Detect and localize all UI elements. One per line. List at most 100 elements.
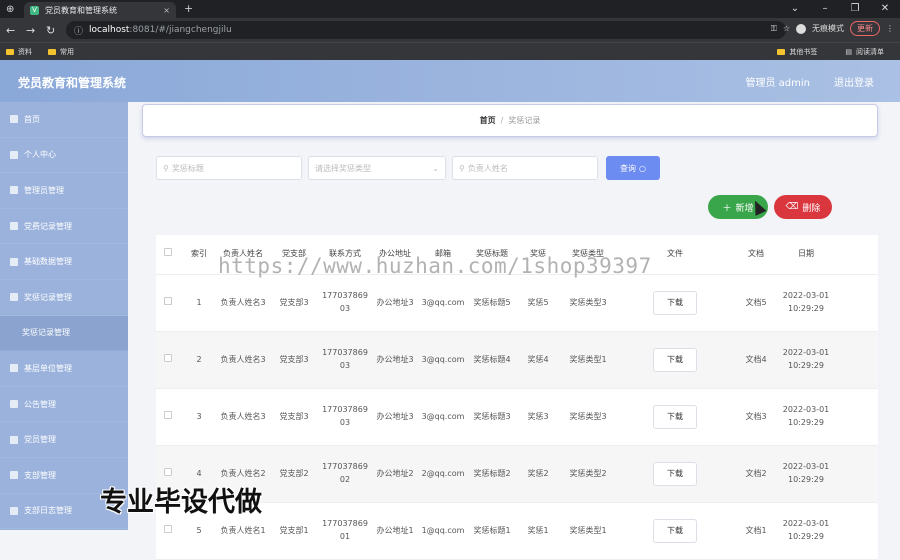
other-bookmarks[interactable]: 其他书签 bbox=[777, 47, 817, 57]
download-button[interactable]: 下载 bbox=[653, 291, 697, 315]
close-window-icon[interactable]: ✕ bbox=[870, 0, 900, 18]
bookmark-label: 资料 bbox=[18, 47, 32, 56]
cell-value: 奖惩1 bbox=[527, 525, 549, 535]
browser-menu-icon[interactable]: ⊕ bbox=[6, 4, 14, 15]
table-cell: 办公地址3 bbox=[370, 297, 420, 310]
table-cell: 2022-03-01 10:29:29 bbox=[780, 461, 832, 487]
sidebar-item-members[interactable]: 党员管理 bbox=[0, 422, 128, 458]
table-cell: 3@qq.com bbox=[420, 411, 466, 424]
type-select[interactable]: 请选择奖惩类型 ⌄ bbox=[308, 156, 446, 180]
download-button[interactable]: 下载 bbox=[653, 462, 697, 486]
cell-value: 文档2 bbox=[745, 468, 767, 478]
reload-icon[interactable]: ↻ bbox=[46, 24, 60, 37]
sidebar-item-profile[interactable]: 个人中心 bbox=[0, 138, 128, 174]
bookmark-folder[interactable]: 资料 bbox=[6, 47, 32, 57]
user-icon bbox=[10, 150, 18, 159]
search-button[interactable]: 查询 ○ bbox=[606, 156, 660, 180]
download-button[interactable]: 下载 bbox=[653, 519, 697, 543]
bookmark-folder[interactable]: 常用 bbox=[48, 47, 74, 57]
table-cell: 奖惩标题5 bbox=[466, 297, 518, 310]
row-checkbox[interactable] bbox=[164, 467, 172, 476]
title-search-input[interactable]: ⚲ 奖惩标题 bbox=[156, 156, 302, 180]
table-cell: 下载 bbox=[618, 519, 732, 543]
sidebar-item-units[interactable]: 基层单位管理 bbox=[0, 351, 128, 387]
row-checkbox[interactable] bbox=[164, 248, 172, 257]
table-cell: 3@qq.com bbox=[420, 354, 466, 367]
checkbox-cell[interactable] bbox=[156, 524, 180, 538]
new-tab-icon[interactable]: + bbox=[184, 2, 193, 15]
checkbox-cell[interactable] bbox=[156, 296, 180, 310]
incognito-label: 无痕模式 bbox=[812, 24, 844, 33]
table-row[interactable]: 2 负责人姓名3 党支部3 17703786903 办公地址3 3@qq.com 奖惩标题4… bbox=[156, 332, 878, 389]
row-checkbox[interactable] bbox=[164, 353, 172, 362]
close-tab-icon[interactable]: × bbox=[163, 6, 170, 15]
sidebar-item-home[interactable]: 首页 bbox=[0, 102, 128, 138]
table-row[interactable]: 1 负责人姓名3 党支部3 17703786903 办公地址3 3@qq.com 奖惩标题5… bbox=[156, 275, 878, 332]
filter-bar: ⚲ 奖惩标题 请选择奖惩类型 ⌄ ⚲ 负责人姓名 查询 ○ bbox=[156, 156, 660, 180]
cell-value: 3@qq.com bbox=[421, 354, 465, 364]
table-cell: 1@qq.com bbox=[420, 525, 466, 538]
header-cell: 文档 bbox=[732, 248, 780, 261]
checkbox-cell[interactable] bbox=[156, 410, 180, 424]
sidebar-item-notices[interactable]: 公告管理 bbox=[0, 387, 128, 423]
table-cell: 负责人姓名3 bbox=[218, 297, 268, 310]
forward-icon[interactable]: → bbox=[26, 24, 40, 37]
minimize-icon[interactable]: – bbox=[810, 0, 840, 18]
maximize-icon[interactable]: ❐ bbox=[840, 0, 870, 18]
breadcrumb-home[interactable]: 首页 bbox=[480, 115, 496, 126]
sidebar-subitem-rewards[interactable]: 奖惩记录管理 bbox=[0, 315, 128, 352]
cell-value: 文档3 bbox=[745, 411, 767, 421]
cell-value: 党支部3 bbox=[279, 411, 309, 421]
cell-value: 负责人姓名3 bbox=[220, 297, 266, 307]
checkbox-cell[interactable] bbox=[156, 353, 180, 367]
trash-icon: ⌫ bbox=[785, 202, 799, 212]
table-cell: 负责人姓名1 bbox=[218, 525, 268, 538]
search-button-label: 查询 bbox=[620, 163, 636, 173]
cell-value: 负责人姓名2 bbox=[220, 468, 266, 478]
star-icon[interactable]: ☆ bbox=[783, 24, 790, 33]
table-row[interactable]: 3 负责人姓名3 党支部3 17703786903 办公地址3 3@qq.com 奖惩标题3… bbox=[156, 389, 878, 446]
cell-value: 奖惩类型3 bbox=[569, 297, 607, 307]
table-row[interactable]: 4 负责人姓名2 党支部2 17703786902 办公地址2 2@qq.com 奖惩标题2… bbox=[156, 446, 878, 503]
more-menu-icon[interactable]: ⋮ bbox=[886, 24, 894, 33]
browser-tab[interactable]: V 党员教育和管理系统 × bbox=[24, 2, 176, 18]
table-cell: 办公地址3 bbox=[370, 354, 420, 367]
address-bar[interactable]: ⓘ localhost:8081/#/jiangchengjilu bbox=[66, 21, 786, 39]
sidebar-item-rewards[interactable]: 奖惩记录管理 bbox=[0, 280, 128, 316]
cell-value: 2022-03-01 10:29:29 bbox=[782, 405, 830, 427]
row-checkbox[interactable] bbox=[164, 524, 172, 533]
user-icon bbox=[10, 222, 18, 231]
key-icon[interactable]: ⚿ bbox=[771, 24, 777, 34]
records-table: 索引 负责人姓名 党支部 联系方式 办公地址 邮箱 奖惩标题 奖惩 奖惩类型 文件 文档 日期 1 负责… bbox=[156, 235, 878, 560]
cell-value: 奖惩标题2 bbox=[473, 468, 511, 478]
cell-value: 党支部1 bbox=[279, 525, 309, 535]
reading-list[interactable]: ▤ 阅读清单 bbox=[845, 47, 884, 57]
delete-button[interactable]: ⌫ 删除 bbox=[774, 195, 832, 219]
info-icon[interactable]: ⓘ bbox=[74, 24, 83, 37]
app-header: 党员教育和管理系统 管理员 admin 退出登录 bbox=[0, 60, 900, 102]
folder-icon bbox=[777, 48, 786, 55]
tab-search-icon[interactable]: ⌄ bbox=[780, 0, 810, 18]
person-search-input[interactable]: ⚲ 负责人姓名 bbox=[452, 156, 598, 180]
sidebar-item-basic-data[interactable]: 基础数据管理 bbox=[0, 244, 128, 280]
back-icon[interactable]: ← bbox=[6, 24, 20, 37]
download-button[interactable]: 下载 bbox=[653, 348, 697, 372]
update-button[interactable]: 更新 bbox=[850, 21, 880, 36]
checkbox-cell[interactable] bbox=[156, 467, 180, 481]
column-header: 索引 bbox=[191, 249, 207, 259]
table-cell: 17703786901 bbox=[320, 518, 370, 544]
table-row[interactable]: 5 负责人姓名1 党支部1 17703786901 办公地址1 1@qq.com 奖惩标题1… bbox=[156, 503, 878, 560]
logout-link[interactable]: 退出登录 bbox=[834, 74, 874, 89]
table-cell: 2022-03-01 10:29:29 bbox=[780, 518, 832, 544]
cell-value: 2022-03-01 10:29:29 bbox=[782, 348, 830, 370]
row-checkbox[interactable] bbox=[164, 296, 172, 305]
sidebar-item-label: 基层单位管理 bbox=[24, 363, 72, 373]
breadcrumb: 首页 / 奖惩记录 bbox=[142, 104, 878, 137]
row-checkbox[interactable] bbox=[164, 410, 172, 419]
cell-value: 办公地址3 bbox=[376, 354, 414, 364]
download-button[interactable]: 下载 bbox=[653, 405, 697, 429]
cell-value: 奖惩标题1 bbox=[473, 525, 511, 535]
select-all-cell[interactable] bbox=[156, 248, 180, 261]
sidebar-item-dues[interactable]: 党费记录管理 bbox=[0, 209, 128, 245]
sidebar-item-admins[interactable]: 管理员管理 bbox=[0, 173, 128, 209]
